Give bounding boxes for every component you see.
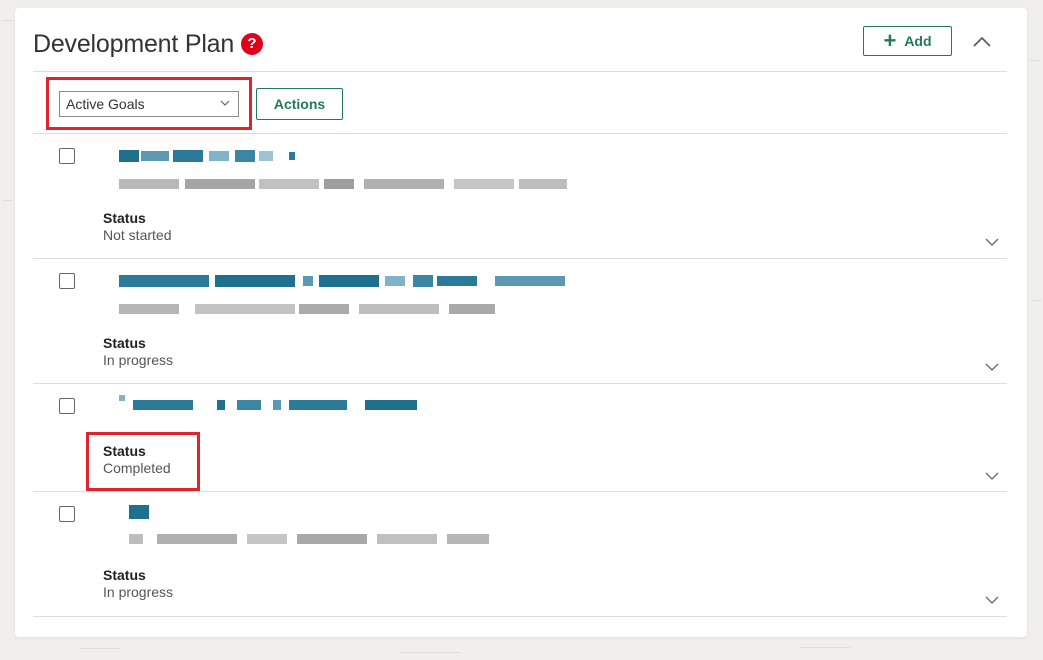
page-title: Development Plan bbox=[33, 30, 235, 58]
status-value: Not started bbox=[103, 227, 172, 243]
chevron-down-icon bbox=[220, 100, 230, 106]
status-label: Status bbox=[103, 335, 146, 351]
goal-item: Status In progress bbox=[33, 492, 1007, 616]
add-button-label: Add bbox=[904, 33, 932, 49]
goal-title-blurred[interactable] bbox=[119, 148, 297, 164]
goal-item: Status In progress bbox=[33, 259, 1007, 383]
status-label: Status bbox=[103, 443, 146, 459]
goal-item: Status Not started bbox=[33, 134, 1007, 258]
goal-item: Status Completed bbox=[33, 384, 1007, 491]
goal-checkbox[interactable] bbox=[59, 273, 75, 289]
add-button[interactable]: + Add bbox=[863, 26, 952, 56]
development-plan-card: Development Plan ? + Add Active Goals Ac… bbox=[15, 8, 1027, 637]
actions-button[interactable]: Actions bbox=[256, 88, 343, 120]
status-label: Status bbox=[103, 567, 146, 583]
status-label: Status bbox=[103, 210, 146, 226]
status-value: Completed bbox=[103, 460, 171, 476]
header-divider bbox=[33, 71, 1007, 72]
plus-icon: + bbox=[883, 28, 897, 53]
goal-title-blurred[interactable] bbox=[119, 505, 149, 521]
goal-checkbox[interactable] bbox=[59, 148, 75, 164]
goal-filter-value: Active Goals bbox=[66, 96, 145, 112]
goal-description-blurred bbox=[119, 302, 499, 316]
help-icon[interactable]: ? bbox=[241, 33, 263, 55]
chevron-up-icon[interactable] bbox=[972, 34, 992, 48]
goal-checkbox[interactable] bbox=[59, 506, 75, 522]
goal-description-blurred bbox=[119, 177, 569, 191]
goal-title-blurred[interactable] bbox=[119, 395, 419, 411]
status-value: In progress bbox=[103, 352, 174, 368]
goal-filter-select[interactable]: Active Goals bbox=[59, 91, 239, 117]
chevron-down-icon[interactable] bbox=[985, 363, 999, 372]
chevron-down-icon[interactable] bbox=[985, 472, 999, 481]
goal-description-blurred bbox=[119, 532, 489, 546]
goal-divider bbox=[33, 616, 1007, 617]
goal-title-blurred[interactable] bbox=[119, 273, 569, 289]
status-value: In progress bbox=[103, 584, 174, 600]
chevron-down-icon[interactable] bbox=[985, 596, 999, 605]
chevron-down-icon[interactable] bbox=[985, 238, 999, 247]
goal-checkbox[interactable] bbox=[59, 398, 75, 414]
